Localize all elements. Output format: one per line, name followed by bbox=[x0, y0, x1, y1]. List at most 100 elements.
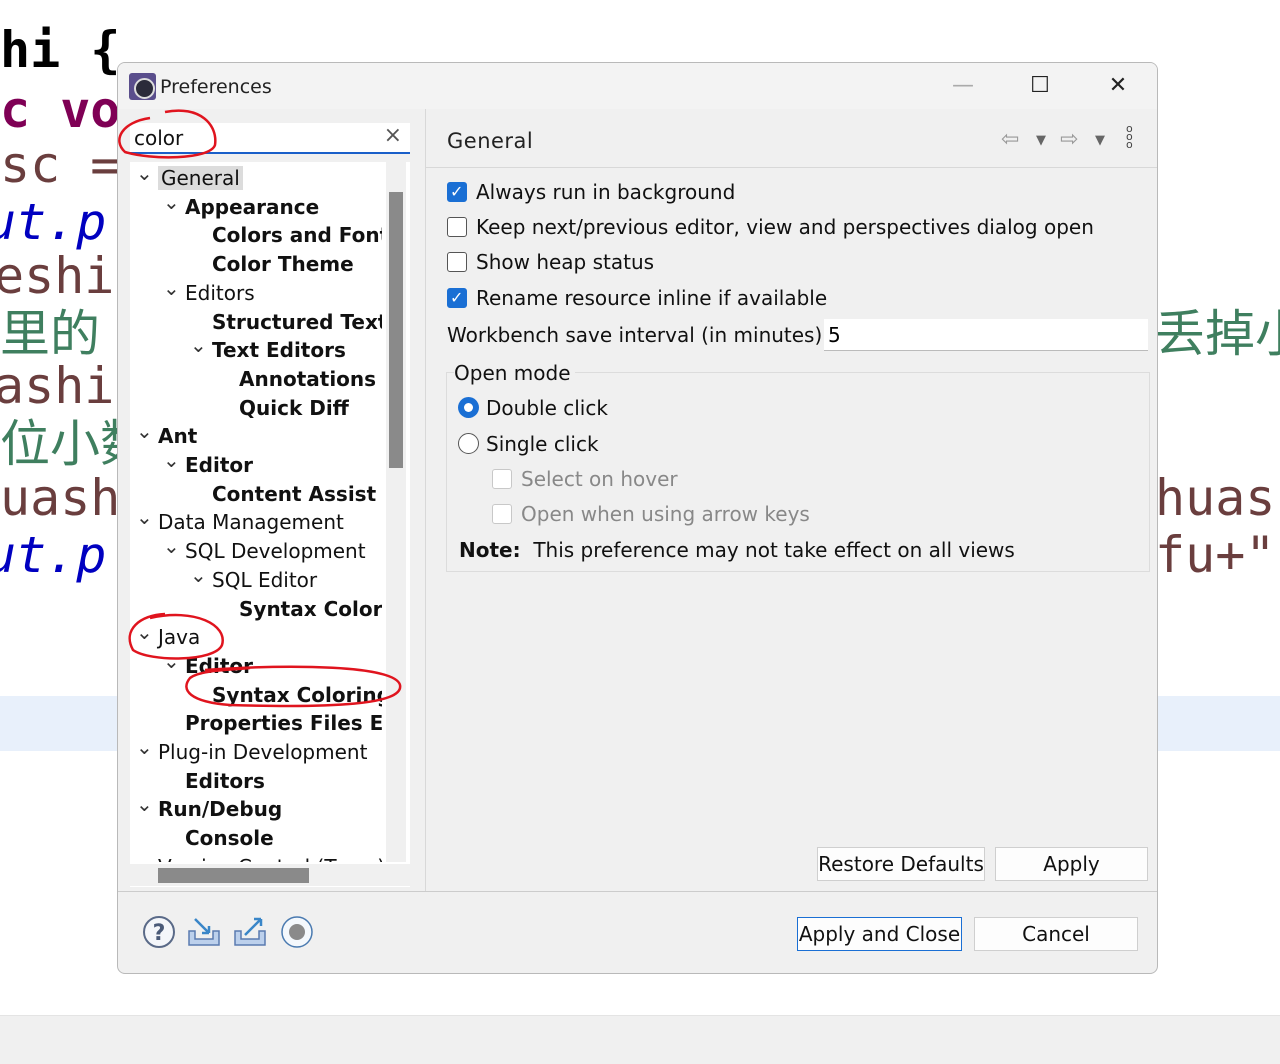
code-line: sc = bbox=[0, 136, 121, 194]
vertical-scrollbar[interactable] bbox=[386, 162, 406, 862]
record-preferences-icon[interactable] bbox=[280, 915, 314, 949]
tree-item[interactable]: ⌄ General bbox=[136, 162, 243, 192]
chevron-down-icon[interactable]: ⌄ bbox=[163, 647, 185, 675]
tree-item[interactable]: ⌄ Plug-in Development bbox=[136, 735, 368, 766]
tree-item-label: Text Editors bbox=[212, 338, 346, 363]
checkbox-box[interactable] bbox=[447, 252, 467, 272]
tree-item[interactable]: Colors and Fonts bbox=[190, 221, 382, 249]
tree-item-label: SQL Editor bbox=[212, 567, 318, 592]
checkbox-select-on-hover: Select on hover bbox=[492, 466, 678, 492]
clear-filter-icon[interactable]: × bbox=[384, 123, 402, 148]
forward-dropdown-icon[interactable]: ▼ bbox=[1095, 133, 1105, 148]
import-icon[interactable] bbox=[187, 915, 221, 949]
tree-item[interactable]: Editors bbox=[163, 767, 265, 795]
chevron-down-icon[interactable]: ⌄ bbox=[190, 331, 212, 359]
radio-label: Single click bbox=[486, 432, 599, 456]
tree-item[interactable]: Syntax Coloring bbox=[190, 681, 382, 709]
tree-item[interactable]: Content Assist bbox=[190, 480, 376, 508]
tree-item[interactable]: ⌄ Editor bbox=[163, 448, 253, 479]
title-bar[interactable]: Preferences — ☐ ✕ bbox=[118, 63, 1157, 109]
tree-item[interactable]: Structured Text bbox=[190, 308, 382, 336]
tree-item[interactable]: ⌄ SQL Editor bbox=[190, 563, 318, 594]
tree-item-label: Java bbox=[158, 625, 201, 650]
back-arrow-icon[interactable]: ⇦ bbox=[1001, 127, 1019, 152]
tree-item-label: Content Assist bbox=[212, 481, 377, 506]
tree-item-label: SQL Development bbox=[185, 539, 366, 564]
radio-double-click[interactable]: Double click bbox=[458, 395, 608, 421]
svg-text:?: ? bbox=[153, 921, 166, 946]
radio-button[interactable] bbox=[458, 433, 479, 454]
horizontal-scrollbar[interactable] bbox=[130, 864, 410, 886]
checkbox-rename-inline[interactable]: Rename resource inline if available bbox=[447, 285, 827, 311]
horizontal-scroll-thumb[interactable] bbox=[158, 868, 309, 883]
tree-item-label: Run/Debug bbox=[158, 797, 283, 822]
chevron-down-icon[interactable]: ⌄ bbox=[163, 446, 185, 474]
restore-defaults-button[interactable]: Restore Defaults bbox=[817, 847, 985, 881]
checkbox-label: Show heap status bbox=[476, 250, 655, 274]
maximize-button[interactable]: ☐ bbox=[1018, 71, 1062, 101]
tree-item-label: Plug-in Development bbox=[158, 740, 368, 764]
radio-single-click[interactable]: Single click bbox=[458, 431, 599, 457]
tree-item[interactable]: ⌄ Editor bbox=[163, 649, 253, 680]
note-text: This preference may not take effect on a… bbox=[533, 538, 1015, 562]
chevron-down-icon[interactable]: ⌄ bbox=[136, 790, 158, 818]
cancel-button[interactable]: Cancel bbox=[974, 917, 1138, 951]
filter-field[interactable]: × bbox=[130, 123, 410, 154]
close-button[interactable]: ✕ bbox=[1096, 71, 1140, 101]
radio-label: Double click bbox=[486, 396, 608, 420]
tree-item-label: Appearance bbox=[185, 194, 320, 219]
minimize-button[interactable]: — bbox=[941, 71, 985, 101]
chevron-down-icon[interactable]: ⌄ bbox=[136, 618, 158, 646]
view-menu-icon[interactable]: ooo bbox=[1126, 123, 1136, 150]
editor-status-bar bbox=[0, 1015, 1280, 1064]
vertical-scroll-thumb[interactable] bbox=[389, 192, 403, 468]
eclipse-gear-icon bbox=[129, 73, 156, 100]
checkbox-show-heap-status[interactable]: Show heap status bbox=[447, 249, 654, 275]
export-icon[interactable] bbox=[233, 915, 267, 949]
tree-item[interactable]: ⌄ Editors bbox=[163, 276, 255, 307]
chevron-down-icon[interactable]: ⌄ bbox=[163, 274, 185, 302]
chevron-down-icon[interactable]: ⌄ bbox=[136, 162, 158, 187]
filter-input[interactable] bbox=[134, 126, 374, 150]
note-label: Note: bbox=[459, 538, 521, 562]
chevron-down-icon[interactable]: ⌄ bbox=[163, 532, 185, 560]
forward-arrow-icon[interactable]: ⇨ bbox=[1060, 127, 1078, 152]
tree-item[interactable]: ⌄ Text Editors bbox=[190, 333, 346, 364]
code-line: eshi bbox=[0, 247, 115, 305]
tree-item[interactable]: Annotations bbox=[217, 365, 376, 393]
tree-item[interactable]: Syntax Coloring bbox=[217, 595, 382, 623]
checkbox-keep-next-previous[interactable]: Keep next/previous editor, view and pers… bbox=[447, 214, 1094, 240]
dialog-title: Preferences bbox=[160, 76, 272, 98]
chevron-down-icon[interactable]: ⌄ bbox=[136, 503, 158, 531]
tree-item-label: Annotations bbox=[239, 366, 377, 391]
tree-item[interactable]: ⌄ Run/Debug bbox=[136, 792, 283, 823]
tree-item[interactable]: ⌄ Appearance bbox=[163, 190, 320, 221]
tree-item-label: Ant bbox=[158, 424, 198, 449]
checkbox-box[interactable] bbox=[447, 179, 467, 205]
code-line: 丢掉小 bbox=[1155, 305, 1280, 363]
tree-item[interactable]: Quick Diff bbox=[217, 394, 349, 422]
tree-item[interactable]: Console bbox=[163, 824, 274, 852]
help-icon[interactable]: ? bbox=[142, 915, 176, 949]
checkbox-box[interactable] bbox=[447, 217, 467, 237]
radio-button[interactable] bbox=[458, 397, 479, 418]
apply-button[interactable]: Apply bbox=[995, 847, 1148, 881]
checkbox-always-run-background[interactable]: Always run in background bbox=[447, 179, 735, 205]
chevron-down-icon[interactable]: ⌄ bbox=[190, 561, 212, 589]
save-interval-input[interactable]: 5 bbox=[824, 319, 1148, 351]
chevron-down-icon[interactable]: ⌄ bbox=[136, 733, 158, 761]
preference-page: General ⇦ ▼ ⇨ ▼ ooo Always run in backgr… bbox=[426, 109, 1157, 891]
checkbox-box[interactable] bbox=[447, 285, 467, 311]
tree-item-label: Syntax Coloring bbox=[212, 682, 382, 707]
chevron-down-icon[interactable]: ⌄ bbox=[136, 417, 158, 445]
tree-item[interactable]: Properties Files Editor bbox=[163, 709, 382, 737]
code-line: huas bbox=[1155, 469, 1276, 527]
back-dropdown-icon[interactable]: ▼ bbox=[1036, 133, 1046, 148]
chevron-down-icon[interactable]: ⌄ bbox=[163, 188, 185, 216]
tree-item[interactable]: Color Theme bbox=[190, 250, 354, 278]
page-title: General bbox=[447, 129, 534, 153]
tree-item[interactable]: Version Control (Team) bbox=[136, 853, 382, 862]
apply-and-close-button[interactable]: Apply and Close bbox=[797, 917, 962, 951]
checkbox-label: Rename resource inline if available bbox=[476, 286, 828, 310]
save-interval-label: Workbench save interval (in minutes): bbox=[447, 323, 830, 347]
